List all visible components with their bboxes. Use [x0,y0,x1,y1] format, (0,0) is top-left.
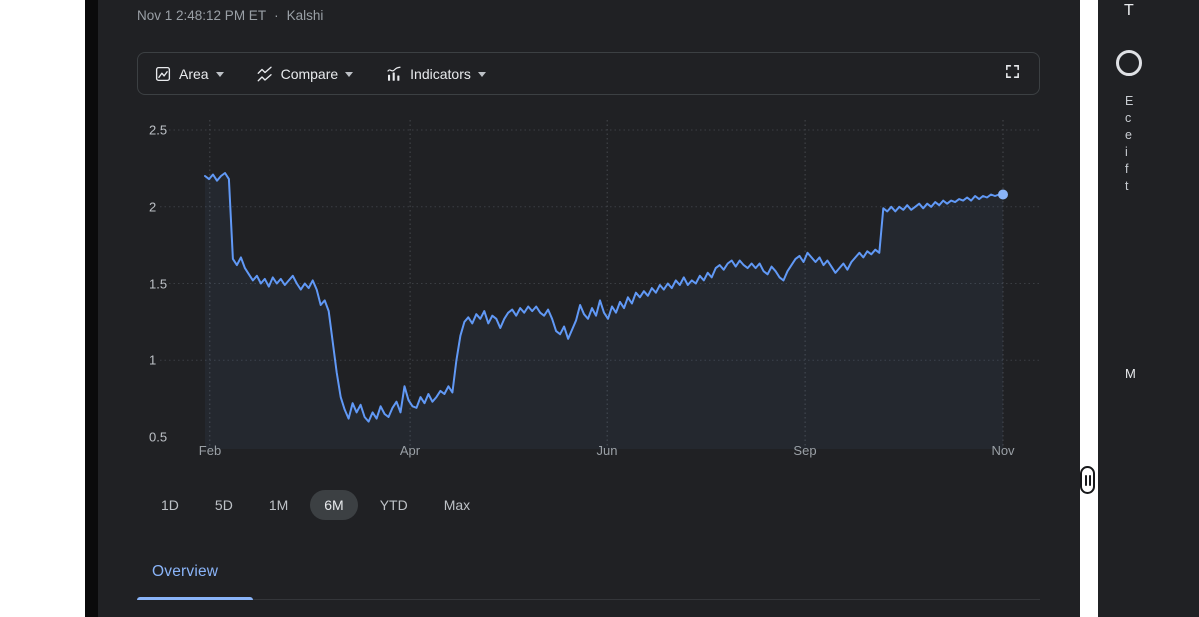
area-button-label: Area [179,66,209,82]
range-button-1d[interactable]: 1D [147,490,193,520]
indicators-button[interactable]: Indicators [385,65,486,83]
range-button-max[interactable]: Max [430,490,484,520]
indicators-icon [385,65,403,83]
panel-resize-handle[interactable] [1080,466,1095,494]
y-axis-label: 2.5 [149,123,167,138]
separator-dot: · [274,8,279,23]
clipped-text-line: i [1125,145,1128,159]
clipped-text-line: f [1125,162,1128,176]
chevron-down-icon [345,72,353,77]
fullscreen-icon [1004,63,1021,85]
quote-timestamp-row: Nov 1 2:48:12 PM ET · Kalshi [137,8,323,23]
range-button-5d[interactable]: 5D [201,490,247,520]
y-axis-label: 2 [149,200,156,215]
timestamp-text: Nov 1 2:48:12 PM ET [137,8,266,23]
compare-button-label: Compare [281,66,339,82]
x-axis-label: Jun [597,443,618,458]
tab-bar-divider [137,599,1040,600]
clipped-text-line: e [1125,128,1132,142]
range-button-ytd[interactable]: YTD [366,490,422,520]
area-chart-type-button[interactable]: Area [154,65,224,83]
grip-bar-icon [1089,475,1091,486]
compare-button[interactable]: Compare [256,65,354,83]
chevron-down-icon [478,72,486,77]
source-label: Kalshi [287,8,324,23]
clipped-heading-text: T [1124,2,1134,20]
y-axis-label: 1.5 [149,277,167,292]
main-panel: Nov 1 2:48:12 PM ET · Kalshi Area Compar… [85,0,1080,617]
range-button-1m[interactable]: 1M [255,490,302,520]
y-axis-label: 0.5 [149,430,167,445]
clipped-text-line: c [1125,111,1131,125]
clipped-right-panel: T E c e i f t M [1098,0,1199,617]
fullscreen-button[interactable] [1004,63,1021,85]
window-edge-strip [85,0,98,617]
chevron-down-icon [216,72,224,77]
active-tab-underline [137,597,253,600]
grip-bar-icon [1085,475,1087,486]
chart-area: 2.5 2 1.5 1 0.5 Feb Apr Jun Sep Nov [137,112,1040,462]
x-axis-label: Sep [793,443,816,458]
clipped-text-line: E [1125,94,1133,108]
x-axis-label: Feb [199,443,221,458]
area-chart-icon [154,65,172,83]
compare-icon [256,65,274,83]
indicators-button-label: Indicators [410,66,471,82]
x-axis-label: Apr [400,443,420,458]
y-axis-label: 1 [149,353,156,368]
tab-overview[interactable]: Overview [152,563,218,581]
chart-toolbar: Area Compare [137,52,1040,95]
price-chart-svg[interactable] [137,112,1040,462]
clipped-logo-ring-icon [1116,50,1142,76]
clipped-text-line: t [1125,179,1128,193]
range-selector: 1D 5D 1M 6M YTD Max [147,487,484,523]
x-axis-label: Nov [991,443,1014,458]
clipped-lower-text: M [1125,366,1136,381]
range-button-6m[interactable]: 6M [310,490,357,520]
